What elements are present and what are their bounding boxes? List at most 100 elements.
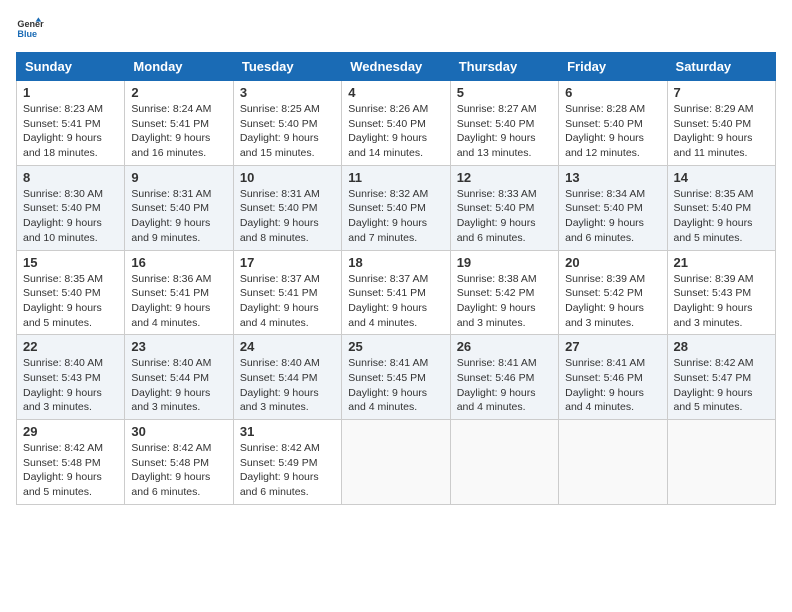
cell-content: Sunrise: 8:40 AMSunset: 5:43 PMDaylight:…	[23, 356, 118, 415]
day-number: 14	[674, 170, 769, 185]
cell-content: Sunrise: 8:41 AMSunset: 5:46 PMDaylight:…	[565, 356, 660, 415]
daylight-label: Daylight: 9 hours and 4 minutes.	[348, 302, 427, 329]
day-number: 10	[240, 170, 335, 185]
sunset-label: Sunset: 5:42 PM	[457, 287, 535, 299]
sunset-label: Sunset: 5:41 PM	[23, 118, 101, 130]
cell-content: Sunrise: 8:25 AMSunset: 5:40 PMDaylight:…	[240, 102, 335, 161]
cell-content: Sunrise: 8:42 AM Sunset: 5:48 PM Daylight:…	[23, 441, 118, 500]
sunset-label: Sunset: 5:40 PM	[457, 118, 535, 130]
calendar-cell: 29 Sunrise: 8:42 AM Sunset: 5:48 PM Dayligh…	[17, 420, 125, 505]
calendar-cell: 3Sunrise: 8:25 AMSunset: 5:40 PMDaylight…	[233, 81, 341, 166]
sunrise-label: Sunrise: 8:42 AM	[23, 442, 103, 454]
sunrise-label: Sunrise: 8:29 AM	[674, 103, 754, 115]
calendar-header-row: SundayMondayTuesdayWednesdayThursdayFrid…	[17, 53, 776, 81]
cell-content: Sunrise: 8:42 AMSunset: 5:49 PMDaylight:…	[240, 441, 335, 500]
day-number: 4	[348, 85, 443, 100]
cell-content: Sunrise: 8:30 AMSunset: 5:40 PMDaylight:…	[23, 187, 118, 246]
page-header: General Blue	[16, 16, 776, 44]
sunrise-label: Sunrise: 8:35 AM	[23, 273, 103, 285]
daylight-label: Daylight: 9 hours and 4 minutes.	[565, 387, 644, 414]
sunset-label: Sunset: 5:44 PM	[131, 372, 209, 384]
day-number: 16	[131, 255, 226, 270]
calendar-cell: 25Sunrise: 8:41 AMSunset: 5:45 PMDayligh…	[342, 335, 450, 420]
sunrise-label: Sunrise: 8:37 AM	[348, 273, 428, 285]
daylight-label: Daylight: 9 hours and 8 minutes.	[240, 217, 319, 244]
cell-content: Sunrise: 8:37 AM Sunset: 5:41 PM Daylight:…	[348, 272, 443, 331]
weekday-header: Monday	[125, 53, 233, 81]
calendar-cell: 17Sunrise: 8:37 AMSunset: 5:41 PMDayligh…	[233, 250, 341, 335]
daylight-label: Daylight: 9 hours and 3 minutes.	[565, 302, 644, 329]
daylight-label: Daylight: 9 hours and 6 minutes.	[457, 217, 536, 244]
sunrise-label: Sunrise: 8:36 AM	[131, 273, 211, 285]
calendar-cell: 14Sunrise: 8:35 AMSunset: 5:40 PMDayligh…	[667, 165, 775, 250]
day-number: 18	[348, 255, 443, 270]
cell-content: Sunrise: 8:40 AMSunset: 5:44 PMDaylight:…	[131, 356, 226, 415]
cell-content: Sunrise: 8:34 AMSunset: 5:40 PMDaylight:…	[565, 187, 660, 246]
calendar-cell: 7Sunrise: 8:29 AMSunset: 5:40 PMDaylight…	[667, 81, 775, 166]
day-number: 31	[240, 424, 335, 439]
daylight-label: Daylight: 9 hours and 6 minutes.	[240, 471, 319, 498]
daylight-label: Daylight: 9 hours and 9 minutes.	[131, 217, 210, 244]
cell-content: Sunrise: 8:40 AMSunset: 5:44 PMDaylight:…	[240, 356, 335, 415]
sunset-label: Sunset: 5:40 PM	[348, 202, 426, 214]
calendar-cell: 15Sunrise: 8:35 AMSunset: 5:40 PMDayligh…	[17, 250, 125, 335]
sunset-label: Sunset: 5:40 PM	[565, 202, 643, 214]
daylight-label: Daylight: 9 hours and 5 minutes.	[674, 387, 753, 414]
daylight-label: Daylight: 9 hours and 3 minutes.	[457, 302, 536, 329]
day-number: 19	[457, 255, 552, 270]
sunrise-label: Sunrise: 8:32 AM	[348, 188, 428, 200]
day-number: 21	[674, 255, 769, 270]
sunrise-label: Sunrise: 8:39 AM	[565, 273, 645, 285]
weekday-header: Tuesday	[233, 53, 341, 81]
calendar-cell: 18 Sunrise: 8:37 AM Sunset: 5:41 PM Dayligh…	[342, 250, 450, 335]
cell-content: Sunrise: 8:39 AMSunset: 5:43 PMDaylight:…	[674, 272, 769, 331]
calendar-cell	[667, 420, 775, 505]
cell-content: Sunrise: 8:32 AM Sunset: 5:40 PM Daylight:…	[348, 187, 443, 246]
cell-content: Sunrise: 8:31 AMSunset: 5:40 PMDaylight:…	[131, 187, 226, 246]
sunset-label: Sunset: 5:41 PM	[348, 287, 426, 299]
day-number: 26	[457, 339, 552, 354]
calendar-cell	[450, 420, 558, 505]
calendar-cell	[559, 420, 667, 505]
day-number: 20	[565, 255, 660, 270]
sunrise-label: Sunrise: 8:31 AM	[131, 188, 211, 200]
sunrise-label: Sunrise: 8:26 AM	[348, 103, 428, 115]
calendar-cell: 11Sunrise: 8:32 AMSunset: 5:40 PMDayligh…	[342, 165, 450, 250]
daylight-label: Daylight: 9 hours and 7 minutes.	[348, 217, 427, 244]
calendar-cell: 31 Sunrise: 8:42 AMSunset: 5:49 PMDayligh…	[233, 420, 341, 505]
sunset-label: Sunset: 5:45 PM	[348, 372, 426, 384]
sunset-label: Sunset: 5:49 PM	[240, 457, 318, 469]
sunset-label: Sunset: 5:46 PM	[457, 372, 535, 384]
sunrise-label: Sunrise: 8:30 AM	[23, 188, 103, 200]
day-number: 29	[23, 424, 118, 439]
calendar-cell: 30Sunrise: 8:42 AMSunset: 5:48 PMDayligh…	[125, 420, 233, 505]
sunset-label: Sunset: 5:48 PM	[23, 457, 101, 469]
sunrise-label: Sunrise: 8:40 AM	[240, 357, 320, 369]
sunrise-label: Sunrise: 8:35 AM	[674, 188, 754, 200]
sunset-label: Sunset: 5:48 PM	[131, 457, 209, 469]
day-number: 7	[674, 85, 769, 100]
day-number: 28	[674, 339, 769, 354]
sunrise-label: Sunrise: 8:41 AM	[457, 357, 537, 369]
sunrise-label: Sunrise: 8:41 AM	[565, 357, 645, 369]
daylight-label: Daylight: 9 hours and 5 minutes.	[23, 471, 102, 498]
day-number: 13	[565, 170, 660, 185]
sunrise-label: Sunrise: 8:24 AM	[131, 103, 211, 115]
daylight-label: Daylight: 9 hours and 3 minutes.	[131, 387, 210, 414]
cell-content: Sunrise: 8:41 AMSunset: 5:46 PMDaylight:…	[457, 356, 552, 415]
sunset-label: Sunset: 5:40 PM	[240, 118, 318, 130]
calendar-cell: 13 Sunrise: 8:34 AMSunset: 5:40 PMDayligh…	[559, 165, 667, 250]
sunset-label: Sunset: 5:43 PM	[23, 372, 101, 384]
cell-content: Sunrise: 8:28 AMSunset: 5:40 PMDaylight:…	[565, 102, 660, 161]
calendar-cell: 12Sunrise: 8:33 AMSunset: 5:40 PMDayligh…	[450, 165, 558, 250]
sunrise-label: Sunrise: 8:41 AM	[348, 357, 428, 369]
sunset-label: Sunset: 5:40 PM	[565, 118, 643, 130]
calendar-cell: 19Sunrise: 8:38 AMSunset: 5:42 PMDayligh…	[450, 250, 558, 335]
sunrise-label: Sunrise: 8:28 AM	[565, 103, 645, 115]
calendar-week-row: 1Sunrise: 8:23 AMSunset: 5:41 PMDaylight…	[17, 81, 776, 166]
day-number: 6	[565, 85, 660, 100]
weekday-header: Thursday	[450, 53, 558, 81]
logo: General Blue	[16, 16, 44, 44]
cell-content: Sunrise: 8:27 AMSunset: 5:40 PMDaylight:…	[457, 102, 552, 161]
sunset-label: Sunset: 5:42 PM	[565, 287, 643, 299]
